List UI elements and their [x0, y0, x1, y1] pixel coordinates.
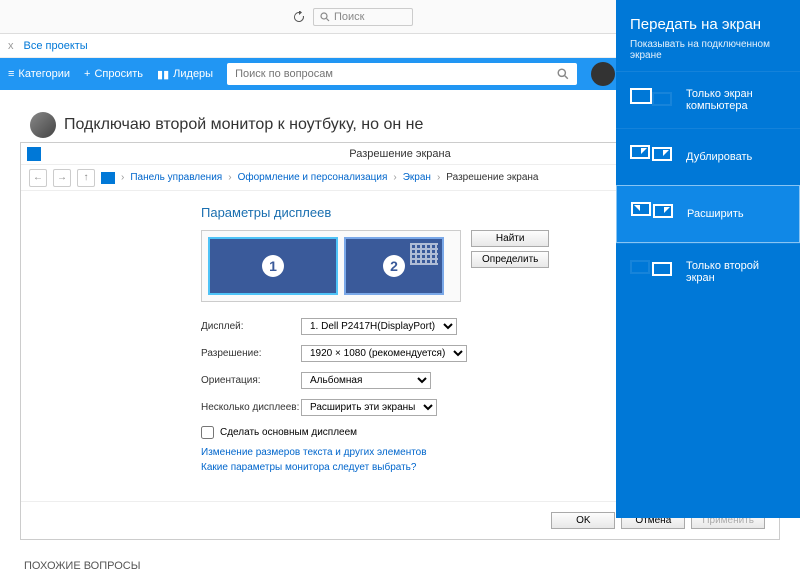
project-panel-title: Передать на экран [630, 16, 786, 33]
folder-icon [101, 172, 115, 184]
close-tab-icon[interactable]: x [8, 40, 14, 52]
project-duplicate[interactable]: Дублировать [616, 128, 800, 185]
site-search[interactable] [227, 63, 577, 85]
monitor-1[interactable]: 1 [208, 237, 338, 295]
pc-only-icon [630, 86, 674, 114]
window-app-icon [27, 147, 41, 161]
monitor-2[interactable]: 2 [344, 237, 444, 295]
search-icon [557, 68, 569, 80]
related-heading: ПОХОЖИЕ ВОПРОСЫ [24, 560, 780, 572]
user-avatar[interactable] [591, 62, 615, 86]
tab-all-projects[interactable]: Все проекты [24, 40, 88, 52]
question-title: Подключаю второй монитор к ноутбуку, но … [64, 116, 423, 134]
leaders-button[interactable]: ▮▮ Лидеры [157, 68, 213, 81]
crumb-appearance[interactable]: Оформление и персонализация [238, 172, 388, 183]
project-extend[interactable]: Расширить [616, 185, 800, 243]
project-pc-only[interactable]: Только экран компьютера [616, 71, 800, 128]
crumb-screen[interactable]: Экран [403, 172, 431, 183]
site-search-input[interactable] [235, 68, 557, 80]
categories-label: Категории [18, 68, 70, 80]
monitors-preview[interactable]: 1 2 [201, 230, 461, 302]
second-only-icon [630, 258, 674, 286]
resolution-label: Разрешение: [201, 348, 301, 359]
primary-display-label: Сделать основным дисплеем [220, 427, 357, 438]
refresh-icon[interactable] [291, 9, 307, 25]
asker-avatar[interactable] [30, 112, 56, 138]
orientation-select[interactable]: Альбомная [301, 372, 431, 389]
display-select[interactable]: 1. Dell P2417H(DisplayPort) [301, 318, 457, 335]
leaders-label: Лидеры [173, 68, 213, 80]
forward-button[interactable]: → [53, 169, 71, 187]
up-button[interactable]: ↑ [77, 169, 95, 187]
resolution-select[interactable]: 1920 × 1080 (рекомендуется) [301, 345, 467, 362]
chart-icon: ▮▮ [157, 68, 169, 81]
detect-button[interactable]: Определить [471, 251, 549, 268]
find-button[interactable]: Найти [471, 230, 549, 247]
search-icon [320, 12, 330, 22]
multi-select[interactable]: Расширить эти экраны [301, 399, 437, 416]
browser-search-placeholder: Поиск [334, 11, 364, 23]
project-panel-subtitle: Показывать на подключенном экране [630, 39, 786, 61]
window-title-text: Разрешение экрана [349, 148, 450, 160]
browser-search[interactable]: Поиск [313, 8, 413, 26]
duplicate-icon [630, 143, 674, 171]
project-panel: Передать на экран Показывать на подключе… [616, 0, 800, 518]
ask-button[interactable]: + Спросить [84, 68, 143, 80]
extend-icon [631, 200, 675, 228]
crumb-resolution: Разрешение экрана [446, 172, 538, 183]
crumb-control-panel[interactable]: Панель управления [130, 172, 222, 183]
monitor-grid-icon [410, 243, 438, 265]
back-button[interactable]: ← [29, 169, 47, 187]
primary-display-checkbox[interactable] [201, 426, 214, 439]
list-icon: ≡ [8, 68, 14, 80]
ok-button[interactable]: OK [551, 512, 615, 529]
categories-button[interactable]: ≡ Категории [8, 68, 70, 80]
project-second-only[interactable]: Только второй экран [616, 243, 800, 300]
ask-label: Спросить [94, 68, 143, 80]
multi-label: Несколько дисплеев: [201, 402, 301, 413]
orientation-label: Ориентация: [201, 375, 301, 386]
plus-icon: + [84, 68, 90, 80]
display-label: Дисплей: [201, 321, 301, 332]
